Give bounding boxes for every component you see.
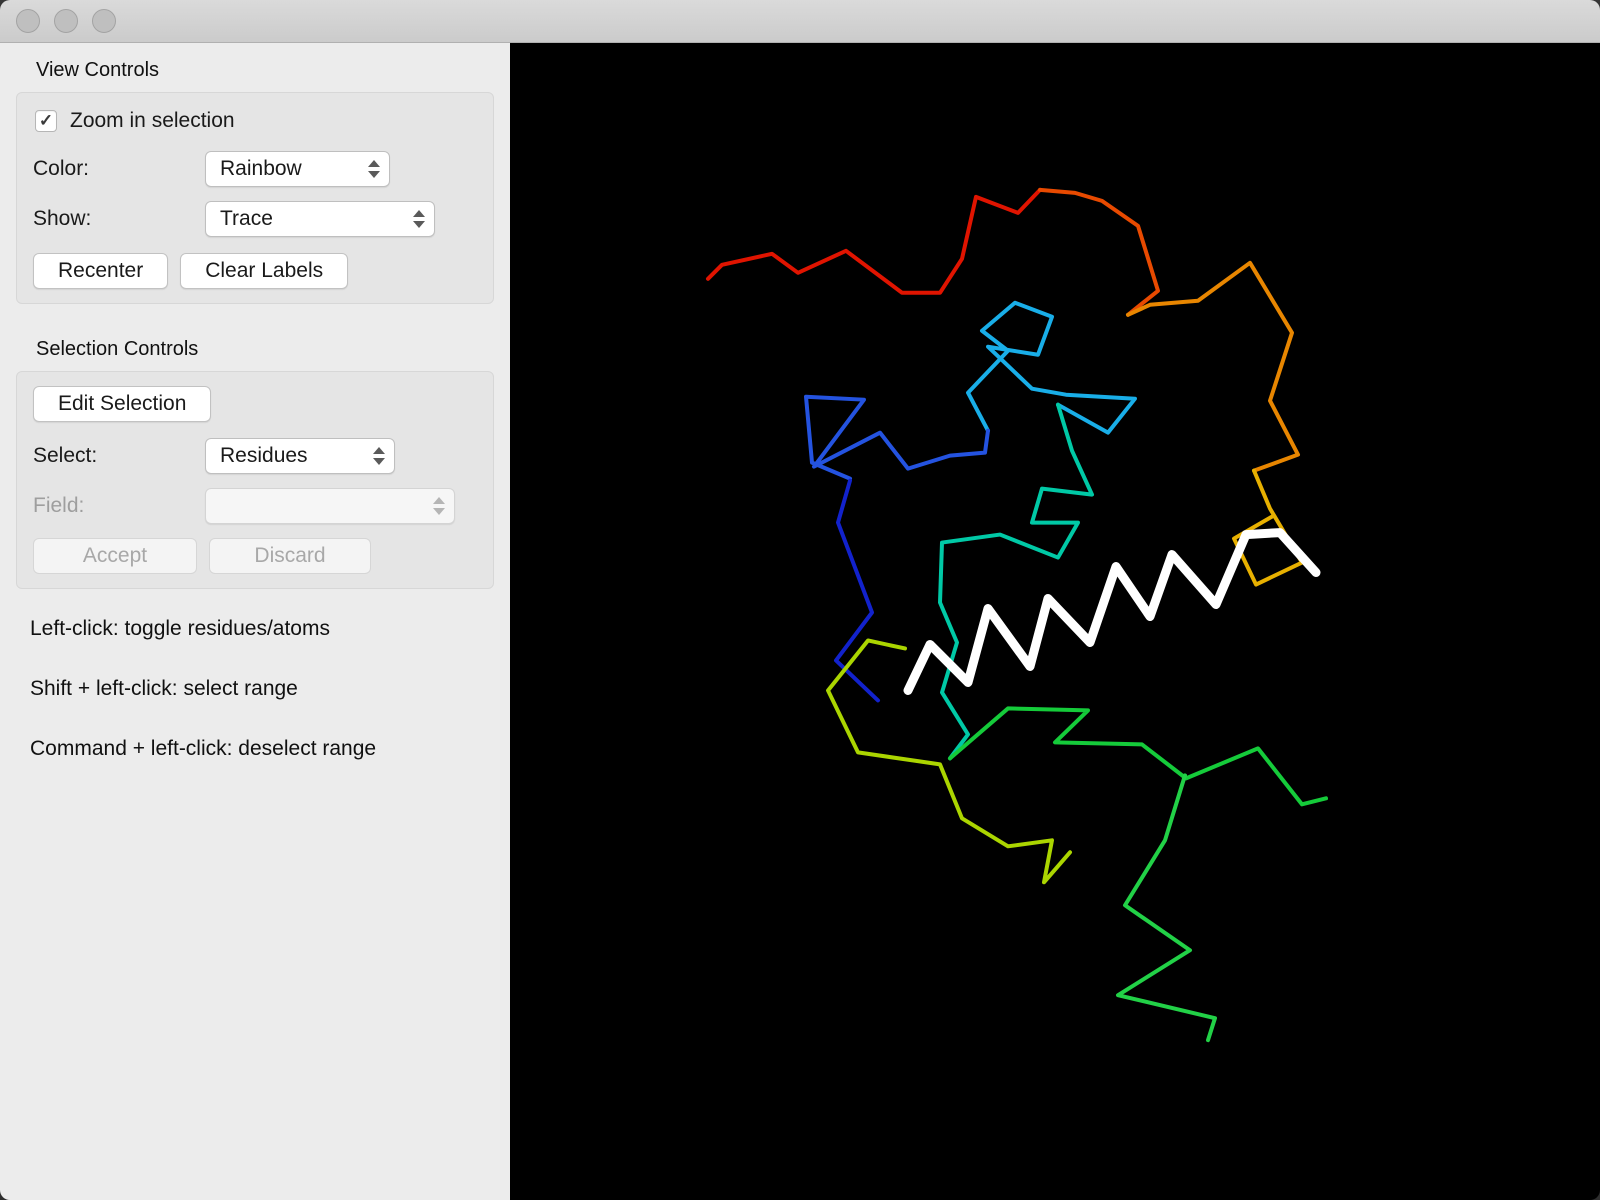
view-buttons-row: Recenter Clear Labels bbox=[33, 253, 477, 289]
chevron-up-down-icon bbox=[433, 497, 445, 515]
minimize-button[interactable] bbox=[54, 9, 78, 33]
recenter-button[interactable]: Recenter bbox=[33, 253, 169, 289]
zoom-in-selection-label: Zoom in selection bbox=[70, 109, 235, 132]
control-sidebar: View Controls ✓ Zoom in selection Color:… bbox=[0, 43, 510, 1200]
trace-segment-selection-white[interactable] bbox=[903, 528, 1321, 695]
app-window: View Controls ✓ Zoom in selection Color:… bbox=[0, 0, 1600, 1200]
help-line-command-click: Command + left-click: deselect range bbox=[30, 737, 377, 760]
trace-segment-green-lower[interactable] bbox=[1116, 773, 1217, 1043]
mouse-help-text: Left-click: toggle residues/atoms Shift … bbox=[30, 617, 494, 761]
clear-labels-button[interactable]: Clear Labels bbox=[180, 253, 349, 289]
trace-svg bbox=[706, 187, 1328, 1043]
trace-segment-orange-red[interactable] bbox=[1038, 187, 1160, 317]
trace-segment-blue[interactable] bbox=[804, 394, 990, 481]
zoom-in-selection-row: ✓ Zoom in selection bbox=[35, 109, 477, 133]
trace-segment-gold[interactable] bbox=[1232, 468, 1304, 587]
help-line-left-click: Left-click: toggle residues/atoms bbox=[30, 617, 330, 640]
close-button[interactable] bbox=[16, 9, 40, 33]
accept-button: Accept bbox=[33, 538, 197, 574]
view-controls-group: ✓ Zoom in selection Color: Rainbow Show: bbox=[16, 92, 494, 304]
trace-segment-chartreuse[interactable] bbox=[826, 638, 1072, 885]
edit-selection-button[interactable]: Edit Selection bbox=[33, 386, 212, 422]
show-row: Show: Trace bbox=[33, 201, 477, 237]
view-controls-heading: View Controls bbox=[36, 59, 160, 81]
select-label: Select: bbox=[33, 444, 98, 467]
color-dropdown-value: Rainbow bbox=[220, 157, 302, 180]
color-row: Color: Rainbow bbox=[33, 151, 477, 187]
trace-segment-green-upper[interactable] bbox=[948, 706, 1328, 807]
chevron-up-down-icon bbox=[368, 160, 380, 178]
field-label: Field: bbox=[33, 494, 85, 517]
field-row: Field: bbox=[33, 488, 477, 524]
color-label: Color: bbox=[33, 157, 90, 180]
trace-segment-cyan[interactable] bbox=[966, 300, 1137, 435]
molecule-viewport[interactable] bbox=[510, 43, 1600, 1200]
selection-controls-heading: Selection Controls bbox=[36, 338, 199, 360]
main-area: View Controls ✓ Zoom in selection Color:… bbox=[0, 43, 1600, 1200]
select-dropdown[interactable]: Residues bbox=[205, 438, 395, 474]
trace-segment-dark-blue[interactable] bbox=[834, 478, 880, 703]
show-dropdown-value: Trace bbox=[220, 207, 273, 230]
show-label: Show: bbox=[33, 207, 92, 230]
chevron-up-down-icon bbox=[373, 447, 385, 465]
trace-segment-teal[interactable] bbox=[938, 402, 1094, 761]
selection-controls-group: Edit Selection Select: Residues Field: A… bbox=[16, 371, 494, 589]
accept-discard-row: Accept Discard bbox=[33, 538, 477, 574]
zoom-button[interactable] bbox=[92, 9, 116, 33]
show-dropdown[interactable]: Trace bbox=[205, 201, 435, 237]
field-dropdown bbox=[205, 488, 455, 524]
trace-segment-red-terminus[interactable] bbox=[706, 187, 1042, 295]
zoom-in-selection-checkbox[interactable]: ✓ bbox=[35, 110, 57, 132]
discard-button: Discard bbox=[209, 538, 371, 574]
checkmark-icon: ✓ bbox=[38, 111, 54, 130]
title-bar bbox=[0, 0, 1600, 43]
color-dropdown[interactable]: Rainbow bbox=[205, 151, 390, 187]
help-line-shift-click: Shift + left-click: select range bbox=[30, 677, 298, 700]
chevron-up-down-icon bbox=[413, 210, 425, 228]
select-row: Select: Residues bbox=[33, 438, 477, 474]
select-dropdown-value: Residues bbox=[220, 444, 308, 467]
